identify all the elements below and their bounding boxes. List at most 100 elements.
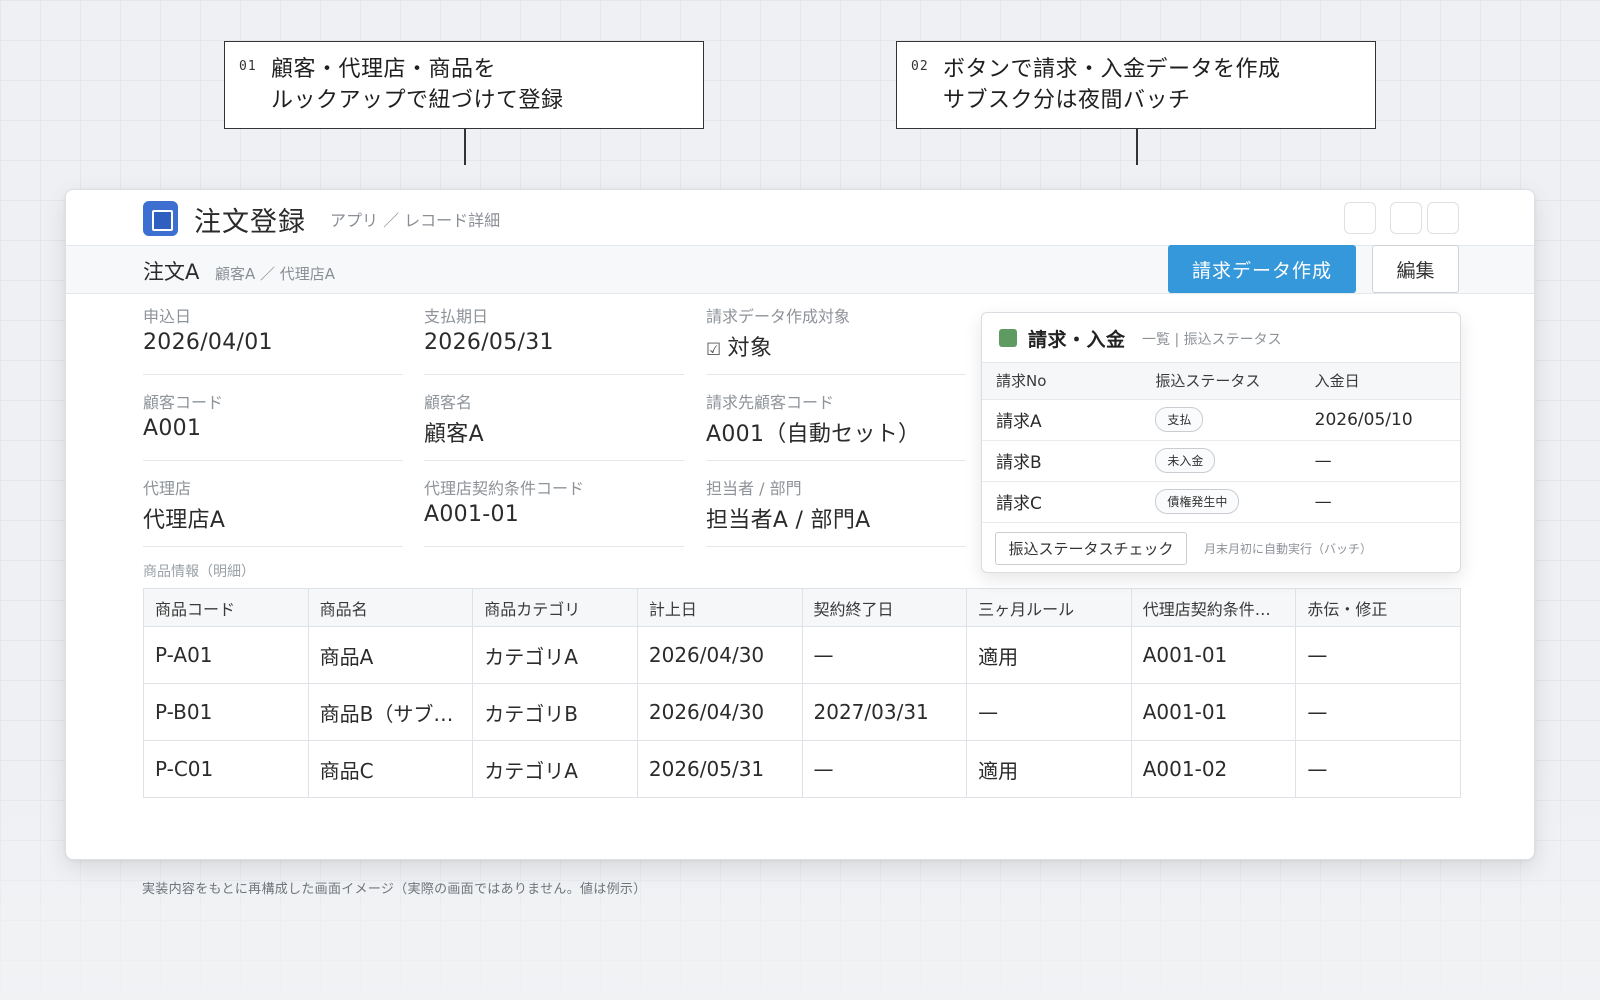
table-cell: カテゴリA: [472, 626, 638, 684]
field-value: A001（自動セット）: [706, 422, 921, 447]
title-bar: 注文登録 アプリ ／ レコード詳細: [66, 190, 1534, 246]
create-billing-button[interactable]: 請求データ作成: [1168, 245, 1356, 293]
table-cell: 商品C: [307, 740, 474, 798]
table-row[interactable]: P-A01 商品A カテゴリA 2026/04/30 — 適用 A001-01 …: [143, 626, 1461, 684]
callout-line: サブスク分は夜間バッチ: [943, 88, 1191, 113]
checkbox-label: 対象: [727, 336, 773, 361]
table-cell: 適用: [966, 740, 1132, 798]
callout-billing: 02 ボタンで請求・入金データを作成 サブスク分は夜間バッチ: [896, 41, 1376, 129]
table-cell: P-C01: [143, 740, 309, 798]
field-value: 2026/04/01: [143, 330, 273, 355]
table-row[interactable]: 請求C 債権発生中 —: [982, 481, 1460, 523]
field-customer-name: 顧客名 顧客A: [424, 389, 684, 461]
toolbar-button-3[interactable]: [1427, 202, 1459, 234]
checkbox-checked-icon[interactable]: ☑: [706, 340, 722, 360]
table-cell: —: [1295, 626, 1461, 684]
status-cell: 支払: [1141, 399, 1301, 441]
table-cell: —: [966, 683, 1132, 741]
field-value[interactable]: A001-01: [424, 502, 519, 527]
table-cell: 適用: [966, 626, 1132, 684]
field-billing-customer-code: 請求先顧客コード A001（自動セット）: [706, 389, 966, 461]
footnote: 実装内容をもとに再構成した画面イメージ（実際の画面ではありません。値は例示）: [142, 882, 647, 897]
column-header: 商品カテゴリ: [472, 588, 638, 627]
table-cell: 2026/05/31: [636, 740, 803, 798]
callout-line: 顧客・代理店・商品を: [271, 57, 497, 82]
status-cell: 債権発生中: [1141, 481, 1301, 523]
column-header: 赤伝・修正: [1295, 588, 1461, 627]
field-value: 顧客A: [424, 422, 484, 447]
products-section-label: 商品情報（明細）: [143, 564, 255, 580]
table-cell: 商品A: [307, 626, 474, 684]
table-cell: —: [1295, 740, 1461, 798]
field-value: 2026/05/31: [424, 330, 554, 355]
callout-number: 02: [911, 59, 929, 74]
table-cell: A001-01: [1130, 683, 1297, 741]
table-row[interactable]: P-C01 商品C カテゴリA 2026/05/31 — 適用 A001-02 …: [143, 740, 1461, 798]
column-header: 契約終了日: [801, 588, 968, 627]
toolbar-button-2[interactable]: [1390, 202, 1422, 234]
field-label: 代理店: [143, 479, 192, 498]
status-cell: 未入金: [1141, 440, 1301, 482]
status-badge: 債権発生中: [1155, 489, 1240, 514]
column-header: 請求No: [982, 363, 1142, 400]
column-header: 代理店契約条件…: [1130, 588, 1297, 627]
column-header: 三ヶ月ルール: [966, 588, 1132, 627]
billing-no: 請求A: [982, 399, 1142, 441]
callout-line: ボタンで請求・入金データを作成: [943, 57, 1281, 82]
table-cell: 2026/04/30: [636, 683, 803, 741]
status-badge: 支払: [1155, 407, 1204, 432]
table-cell: A001-01: [1130, 626, 1297, 684]
transfer-status-check-button[interactable]: 振込ステータスチェック: [995, 531, 1187, 565]
field-label: 代理店契約条件コード: [424, 479, 585, 498]
table-cell: P-A01: [143, 626, 309, 684]
field-label: 申込日: [143, 307, 192, 326]
callout-line: ルックアップで紐づけて登録: [271, 88, 564, 113]
record-header: 注文A 顧客A ／ 代理店A 請求データ作成 編集: [66, 245, 1534, 294]
billing-no: 請求C: [982, 481, 1142, 523]
column-header: 商品コード: [143, 588, 309, 627]
field-label: 請求先顧客コード: [706, 393, 835, 412]
field-label: 請求データ作成対象: [706, 307, 851, 326]
batch-note: 月末月初に自動実行（バッチ）: [1204, 541, 1373, 556]
field-payment-due: 支払期日 2026/05/31: [424, 303, 684, 375]
field-value: 担当者A / 部門A: [706, 508, 871, 533]
payment-date: 2026/05/10: [1300, 399, 1460, 441]
callout-lookup: 01 顧客・代理店・商品を ルックアップで紐づけて登録: [224, 41, 704, 129]
table-row[interactable]: P-B01 商品B（サブ… カテゴリB 2026/04/30 2027/03/3…: [143, 683, 1461, 741]
panel-footer: 振込ステータスチェック 月末月初に自動実行（バッチ）: [982, 523, 1460, 571]
callout-connector: [1136, 128, 1138, 165]
panel-title: 請求・入金: [1028, 329, 1126, 351]
payment-date: —: [1300, 481, 1460, 523]
field-value[interactable]: A001: [143, 416, 201, 441]
record-title: 注文A: [143, 260, 200, 284]
table-row[interactable]: 請求A 支払 2026/05/10: [982, 399, 1460, 441]
table-cell: カテゴリA: [472, 740, 638, 798]
column-header: 入金日: [1300, 363, 1460, 400]
table-cell: —: [1295, 683, 1461, 741]
edit-button[interactable]: 編集: [1372, 245, 1459, 293]
field-value[interactable]: 代理店A: [143, 502, 225, 534]
column-header: 計上日: [636, 588, 803, 627]
table-cell: カテゴリB: [472, 683, 638, 741]
field-agency-contract-code: 代理店契約条件コード A001-01: [424, 475, 684, 547]
status-badge: 未入金: [1155, 448, 1216, 473]
panel-subtitle: 一覧 | 振込ステータス: [1142, 332, 1282, 348]
column-header: 振込ステータス: [1141, 363, 1301, 400]
table-cell: —: [801, 740, 968, 798]
app-icon: [143, 201, 178, 236]
field-label: 支払期日: [424, 307, 489, 326]
toolbar-button-1[interactable]: [1344, 202, 1376, 234]
panel-icon: [999, 329, 1017, 347]
callout-connector: [464, 128, 466, 165]
breadcrumb[interactable]: アプリ ／ レコード詳細: [330, 207, 500, 231]
table-cell: —: [801, 626, 968, 684]
field-apply-date: 申込日 2026/04/01: [143, 303, 403, 375]
table-cell: 商品B（サブ…: [307, 683, 474, 741]
table-cell: 2026/04/30: [636, 626, 803, 684]
products-table: 商品コード 商品名 商品カテゴリ 計上日 契約終了日 三ヶ月ルール 代理店契約条…: [143, 588, 1461, 798]
table-cell: 2027/03/31: [801, 683, 968, 741]
field-label: 顧客コード: [143, 393, 224, 412]
table-row[interactable]: 請求B 未入金 —: [982, 440, 1460, 482]
field-customer-code: 顧客コード A001: [143, 389, 403, 461]
table-cell: A001-02: [1130, 740, 1297, 798]
